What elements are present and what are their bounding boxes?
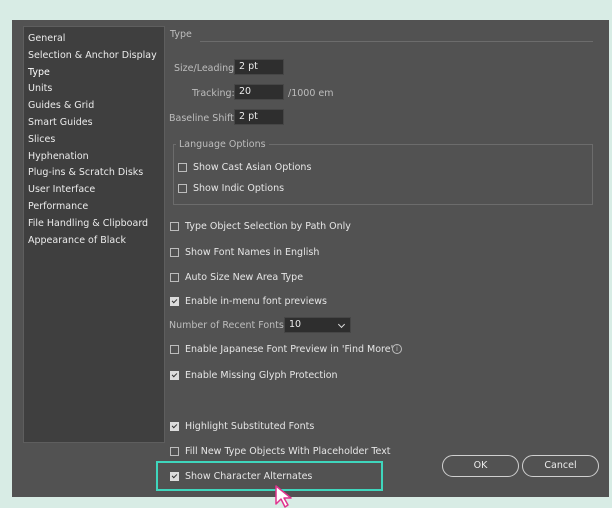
size-leading-label: Size/Leading: xyxy=(174,63,238,74)
category-item[interactable]: User Interface xyxy=(24,182,164,198)
type-object-selection-row[interactable]: Type Object Selection by Path Only xyxy=(170,219,351,233)
type-object-selection-checkbox[interactable] xyxy=(170,221,179,231)
highlight-substituted-row[interactable]: Highlight Substituted Fonts xyxy=(170,419,314,433)
category-item[interactable]: General xyxy=(24,31,164,47)
missing-glyph-checkbox[interactable] xyxy=(170,370,179,380)
category-item[interactable]: File Handling & Clipboard xyxy=(24,216,164,232)
auto-size-area-row[interactable]: Auto Size New Area Type xyxy=(170,270,303,284)
ok-button[interactable]: OK xyxy=(442,455,519,477)
category-item[interactable]: Smart Guides xyxy=(24,115,164,131)
category-item-label: Slices xyxy=(28,133,56,145)
show-indic-checkbox[interactable] xyxy=(178,183,187,193)
fill-placeholder-label: Fill New Type Objects With Placeholder T… xyxy=(185,445,391,457)
cancel-button[interactable]: Cancel xyxy=(522,455,599,477)
category-item-label: Units xyxy=(28,83,53,95)
category-list: General Selection & Anchor Display Type Uni… xyxy=(23,26,165,443)
category-item[interactable]: Selection & Anchor Display xyxy=(24,48,164,64)
in-menu-previews-checkbox[interactable] xyxy=(170,296,179,306)
category-item-label: Plug-ins & Scratch Disks xyxy=(28,167,144,179)
show-east-asian-label: Show Cast Asian Options xyxy=(193,161,312,173)
baseline-shift-label: Baseline Shift: xyxy=(169,113,238,124)
in-menu-previews-label: Enable in-menu font previews xyxy=(185,295,327,307)
category-item[interactable]: Hyphenation xyxy=(24,149,164,165)
category-item[interactable]: Slices xyxy=(24,132,164,148)
show-east-asian-row[interactable]: Show Cast Asian Options xyxy=(178,160,311,174)
category-item[interactable]: Guides & Grid xyxy=(24,98,164,114)
font-names-english-label: Show Font Names in English xyxy=(185,246,320,258)
japanese-preview-checkbox[interactable] xyxy=(170,344,179,354)
auto-size-area-label: Auto Size New Area Type xyxy=(185,271,304,283)
category-item[interactable]: Plug-ins & Scratch Disks xyxy=(24,165,164,181)
section-title: Type xyxy=(170,29,192,40)
highlight-substituted-label: Highlight Substituted Fonts xyxy=(185,420,315,432)
missing-glyph-row[interactable]: Enable Missing Glyph Protection xyxy=(170,368,338,382)
category-item-label: User Interface xyxy=(28,184,96,196)
fill-placeholder-checkbox[interactable] xyxy=(170,446,179,456)
highlight-box xyxy=(156,461,383,491)
section-divider xyxy=(200,41,593,42)
category-item-label: General xyxy=(28,33,66,44)
category-item-label: Selection & Anchor Display xyxy=(28,49,157,61)
category-item-label: Smart Guides xyxy=(28,117,93,128)
missing-glyph-label: Enable Missing Glyph Protection xyxy=(185,369,338,381)
baseline-shift-input[interactable]: 2 pt xyxy=(234,109,284,125)
tracking-label: Tracking: xyxy=(192,88,235,99)
auto-size-area-checkbox[interactable] xyxy=(170,272,179,282)
in-menu-previews-row[interactable]: Enable in-menu font previews xyxy=(170,294,327,308)
language-options-group xyxy=(173,144,593,205)
category-item[interactable]: Appearance of Black xyxy=(24,233,164,249)
tracking-input[interactable]: 20 xyxy=(234,84,284,100)
category-item-label: Performance xyxy=(28,201,89,212)
show-indic-label: Show Indic Options xyxy=(193,182,285,194)
chevron-down-icon xyxy=(337,320,346,329)
tracking-unit: /1000 em xyxy=(288,88,334,99)
category-item[interactable]: Units xyxy=(24,81,164,97)
japanese-preview-label: Enable Japanese Font Preview in 'Find Mo… xyxy=(185,343,394,355)
language-options-title: Language Options xyxy=(176,139,269,150)
size-leading-input[interactable]: 2 pt xyxy=(234,59,284,75)
category-item-label: Guides & Grid xyxy=(28,100,95,112)
recent-fonts-value: 10 xyxy=(289,319,302,330)
recent-fonts-select[interactable]: 10 xyxy=(284,317,351,333)
font-names-english-row[interactable]: Show Font Names in English xyxy=(170,245,319,259)
highlight-substituted-checkbox[interactable] xyxy=(170,421,179,431)
category-item-label: Appearance of Black xyxy=(28,234,126,246)
category-item-label: Type xyxy=(28,66,50,78)
show-indic-row[interactable]: Show Indic Options xyxy=(178,181,284,195)
cursor-arrow-icon xyxy=(275,485,292,508)
show-east-asian-checkbox[interactable] xyxy=(178,162,187,172)
fill-placeholder-row[interactable]: Fill New Type Objects With Placeholder T… xyxy=(170,444,391,458)
category-item-label: Hyphenation xyxy=(28,150,89,162)
category-item-label: File Handling & Clipboard xyxy=(28,217,149,229)
category-item[interactable]: Performance xyxy=(24,199,164,215)
category-item[interactable]: Type xyxy=(24,64,164,81)
preferences-dialog: General Selection & Anchor Display Type Uni… xyxy=(12,20,609,508)
recent-fonts-label: Number of Recent Fonts: xyxy=(169,320,288,331)
font-names-english-checkbox[interactable] xyxy=(170,247,179,257)
type-object-selection-label: Type Object Selection by Path Only xyxy=(185,220,351,232)
info-icon[interactable]: i xyxy=(392,344,402,354)
japanese-preview-row[interactable]: Enable Japanese Font Preview in 'Find Mo… xyxy=(170,342,393,356)
